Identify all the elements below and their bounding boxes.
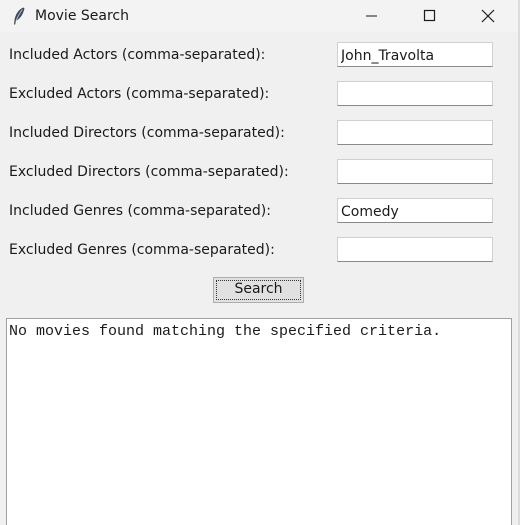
minimize-button[interactable] [343,0,401,32]
minimize-icon [366,15,377,17]
search-button-label: Search [234,281,283,297]
included-genres-label: Included Genres (comma-separated): [9,203,271,219]
excluded-directors-input[interactable] [337,159,493,184]
title-bar[interactable]: Movie Search [0,0,520,32]
movie-search-window: Movie Search Included Actors (comma-sepa… [0,0,520,525]
included-actors-input[interactable] [337,42,493,67]
included-directors-label: Included Directors (comma-separated): [9,125,285,141]
included-genres-input[interactable] [337,198,493,223]
close-icon [481,9,495,23]
excluded-genres-input[interactable] [337,237,493,262]
window-title: Movie Search [35,8,129,24]
maximize-button[interactable] [401,0,459,32]
excluded-actors-input[interactable] [337,81,493,106]
excluded-actors-label: Excluded Actors (comma-separated): [9,86,270,102]
included-actors-label: Included Actors (comma-separated): [9,47,266,63]
excluded-genres-label: Excluded Genres (comma-separated): [9,242,275,258]
results-textarea[interactable]: No movies found matching the specified c… [6,318,512,525]
search-button[interactable]: Search [213,277,304,303]
feather-icon [11,6,27,26]
results-text: No movies found matching the specified c… [9,323,442,340]
maximize-icon [423,9,436,22]
close-button[interactable] [459,0,517,32]
excluded-directors-label: Excluded Directors (comma-separated): [9,164,289,180]
included-directors-input[interactable] [337,120,493,145]
